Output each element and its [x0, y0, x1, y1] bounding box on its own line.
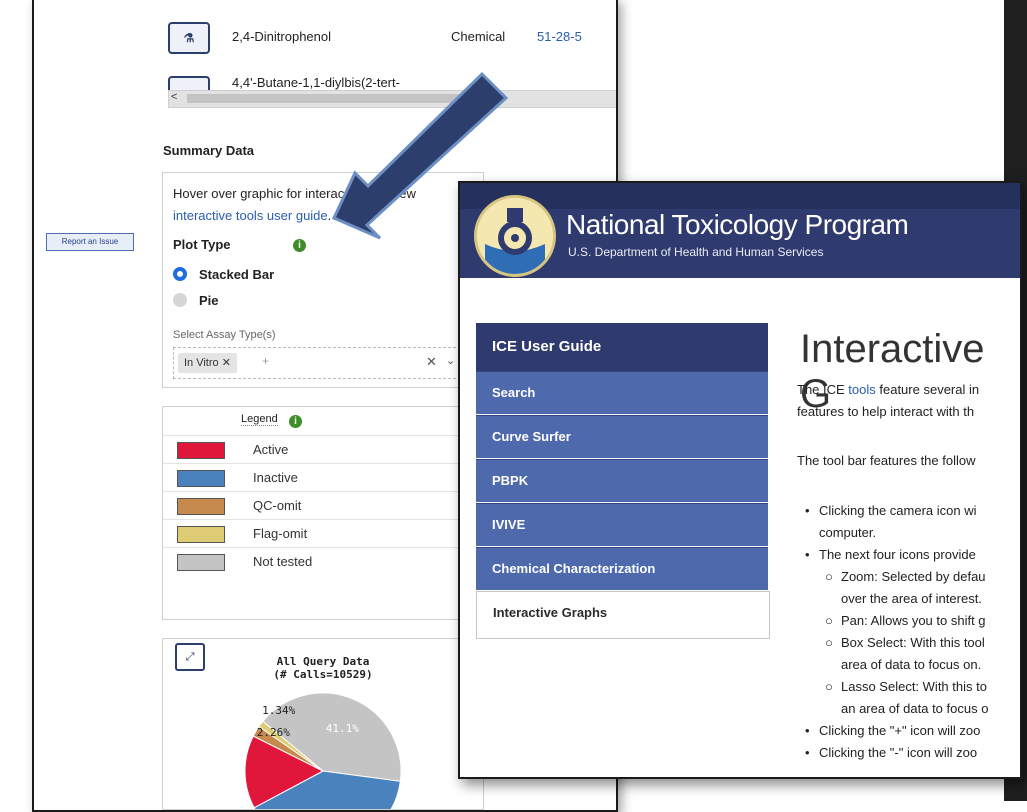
legend-swatch: [177, 554, 225, 571]
bullet-text: Lasso Select: With this to: [841, 679, 987, 694]
horizontal-scrollbar[interactable]: <: [168, 90, 616, 108]
sub-bullet-marker: ○: [825, 679, 833, 694]
scroll-left-icon[interactable]: <: [171, 91, 177, 103]
report-issue-button[interactable]: Report an Issue: [46, 233, 134, 251]
toolbar-text: The tool bar features the follow: [797, 453, 976, 468]
pie-data-label: 41.1%: [326, 722, 359, 735]
assay-select-label: Select Assay Type(s): [173, 329, 276, 341]
bullet-text: The next four icons provide: [819, 547, 976, 562]
nav-item-chemical-characterization[interactable]: Chemical Characterization: [476, 547, 768, 590]
stacked-bar-radio[interactable]: [173, 267, 187, 281]
intro-text: features to help interact with th: [797, 404, 975, 419]
bullet-text: Clicking the "+" icon will zoo: [819, 723, 981, 738]
nav-item-label: PBPK: [492, 473, 529, 488]
pie-chart-panel: ⤢ All Query Data (# Calls=10529) 41.1%40…: [162, 638, 484, 810]
bullet-marker: •: [805, 547, 810, 562]
nav-item-label: IVIVE: [492, 517, 526, 532]
tools-link[interactable]: tools: [848, 382, 875, 397]
legend-label: Inactive: [253, 470, 298, 485]
legend-panel: Legend i Active Inactive QC-omit Flag-om…: [162, 406, 484, 620]
legend-item: Inactive: [163, 463, 463, 490]
hover-text: Hover over graphic for interac: [173, 186, 345, 201]
bullet-text: an area of data to focus o: [841, 701, 989, 716]
hover-text: s. View: [374, 186, 416, 201]
nav-item-label: Chemical Characterization: [492, 561, 656, 576]
legend-swatch: [177, 442, 225, 459]
bullet-text: Clicking the "-" icon will zoo: [819, 745, 978, 760]
legend-label: Flag-omit: [253, 526, 308, 541]
sub-bullet-marker: ○: [825, 613, 833, 628]
sub-bullet-marker: ○: [825, 569, 833, 584]
legend-swatch: [177, 526, 225, 543]
bullet-marker: •: [805, 723, 810, 738]
nav-item-label: Search: [492, 385, 536, 400]
assay-type-select[interactable]: In Vitro ✕ + ✕ ⌄: [173, 347, 461, 379]
chemical-name: 2,4-Dinitrophenol: [232, 29, 332, 44]
bullet-text: Clicking the camera icon wi: [819, 503, 977, 518]
table-row[interactable]: ⚗ 2,4-Dinitrophenol Chemical 51-28-5: [34, 18, 616, 70]
nav-item-label: Curve Surfer: [492, 429, 571, 444]
bullet-text: over the area of interest.: [841, 591, 982, 606]
bullet-text: Box Select: With this tool: [841, 635, 985, 650]
cas-number-link[interactable]: 51-28-5: [537, 29, 582, 44]
nav-header-label: ICE User Guide: [492, 338, 602, 355]
chemical-type: Chemical: [451, 29, 506, 44]
bullet-text: Zoom: Selected by defau: [841, 569, 986, 584]
chevron-down-icon[interactable]: ⌄: [446, 354, 455, 367]
legend-item: Active: [163, 435, 463, 462]
ntp-user-guide-window: National Toxicology Program U.S. Departm…: [458, 181, 1022, 779]
user-guide-link[interactable]: interactive tools user guide: [173, 208, 328, 223]
bullet-marker: •: [805, 745, 810, 760]
plot-options-panel: Hover over graphic for interac s. View in…: [162, 172, 484, 388]
intro-paragraph: The ICE tools feature several in feature…: [797, 379, 1017, 423]
plot-type-label: Plot Type: [173, 237, 231, 252]
pie-radio[interactable]: [173, 293, 187, 307]
nav-item-ivive[interactable]: IVIVE: [476, 503, 768, 546]
legend-item: QC-omit: [163, 491, 463, 518]
structure-icon[interactable]: ⚗: [168, 22, 210, 54]
pie-data-label: 1.34%: [262, 704, 295, 717]
pie-label: Pie: [199, 293, 219, 308]
legend-label: Not tested: [253, 554, 313, 569]
hover-instructions: Hover over graphic for interac s. View in…: [173, 186, 416, 223]
ntp-header: National Toxicology Program U.S. Departm…: [460, 183, 1020, 278]
header-top-strip: [460, 183, 1020, 209]
intro-text: The ICE: [797, 382, 849, 397]
nav-item-interactive-graphs[interactable]: Interactive Graphs: [476, 591, 770, 639]
ntp-subtitle: U.S. Department of Health and Human Serv…: [568, 245, 824, 259]
pie-data-label: 2.26%: [257, 726, 290, 739]
info-icon[interactable]: i: [293, 239, 306, 252]
nav-item-search[interactable]: Search: [476, 371, 768, 414]
ntp-logo-icon: [474, 195, 556, 277]
pie-chart[interactable]: 41.1%40.1%2.26%1.34%: [163, 639, 483, 809]
nav-item-curve-surfer[interactable]: Curve Surfer: [476, 415, 768, 458]
bullet-text: area of data to focus on.: [841, 657, 982, 672]
assay-chip-in-vitro[interactable]: In Vitro ✕: [178, 353, 237, 373]
stacked-bar-label: Stacked Bar: [199, 267, 275, 282]
bullet-marker: •: [805, 503, 810, 518]
nav-header: ICE User Guide: [476, 323, 768, 371]
assay-input-placeholder[interactable]: +: [262, 354, 269, 368]
legend-label: Active: [253, 442, 289, 457]
legend-swatch: [177, 470, 225, 487]
bullet-text: Pan: Allows you to shift g: [841, 613, 986, 628]
nav-item-label: Interactive Graphs: [493, 605, 608, 620]
ntp-title: National Toxicology Program: [566, 209, 909, 240]
chemical-name: 4,4'-Butane-1,1-diylbis(2-tert-: [232, 75, 400, 90]
info-icon[interactable]: i: [289, 415, 302, 428]
clear-icon[interactable]: ✕: [426, 354, 437, 370]
legend-label: QC-omit: [253, 498, 302, 513]
nav-item-pbpk[interactable]: PBPK: [476, 459, 768, 502]
legend-title: Legend: [241, 413, 278, 426]
legend-item: Flag-omit: [163, 519, 463, 546]
bullet-text: computer.: [819, 525, 877, 540]
table-row[interactable]: 4,4'-Butane-1,1-diylbis(2-tert-: [34, 72, 616, 94]
legend-swatch: [177, 498, 225, 515]
legend-item: Not tested: [163, 547, 463, 574]
summary-data-heading: Summary Data: [163, 143, 255, 158]
intro-text: feature several in: [875, 382, 980, 397]
sub-bullet-marker: ○: [825, 635, 833, 650]
scrollbar-thumb[interactable]: [187, 94, 487, 103]
